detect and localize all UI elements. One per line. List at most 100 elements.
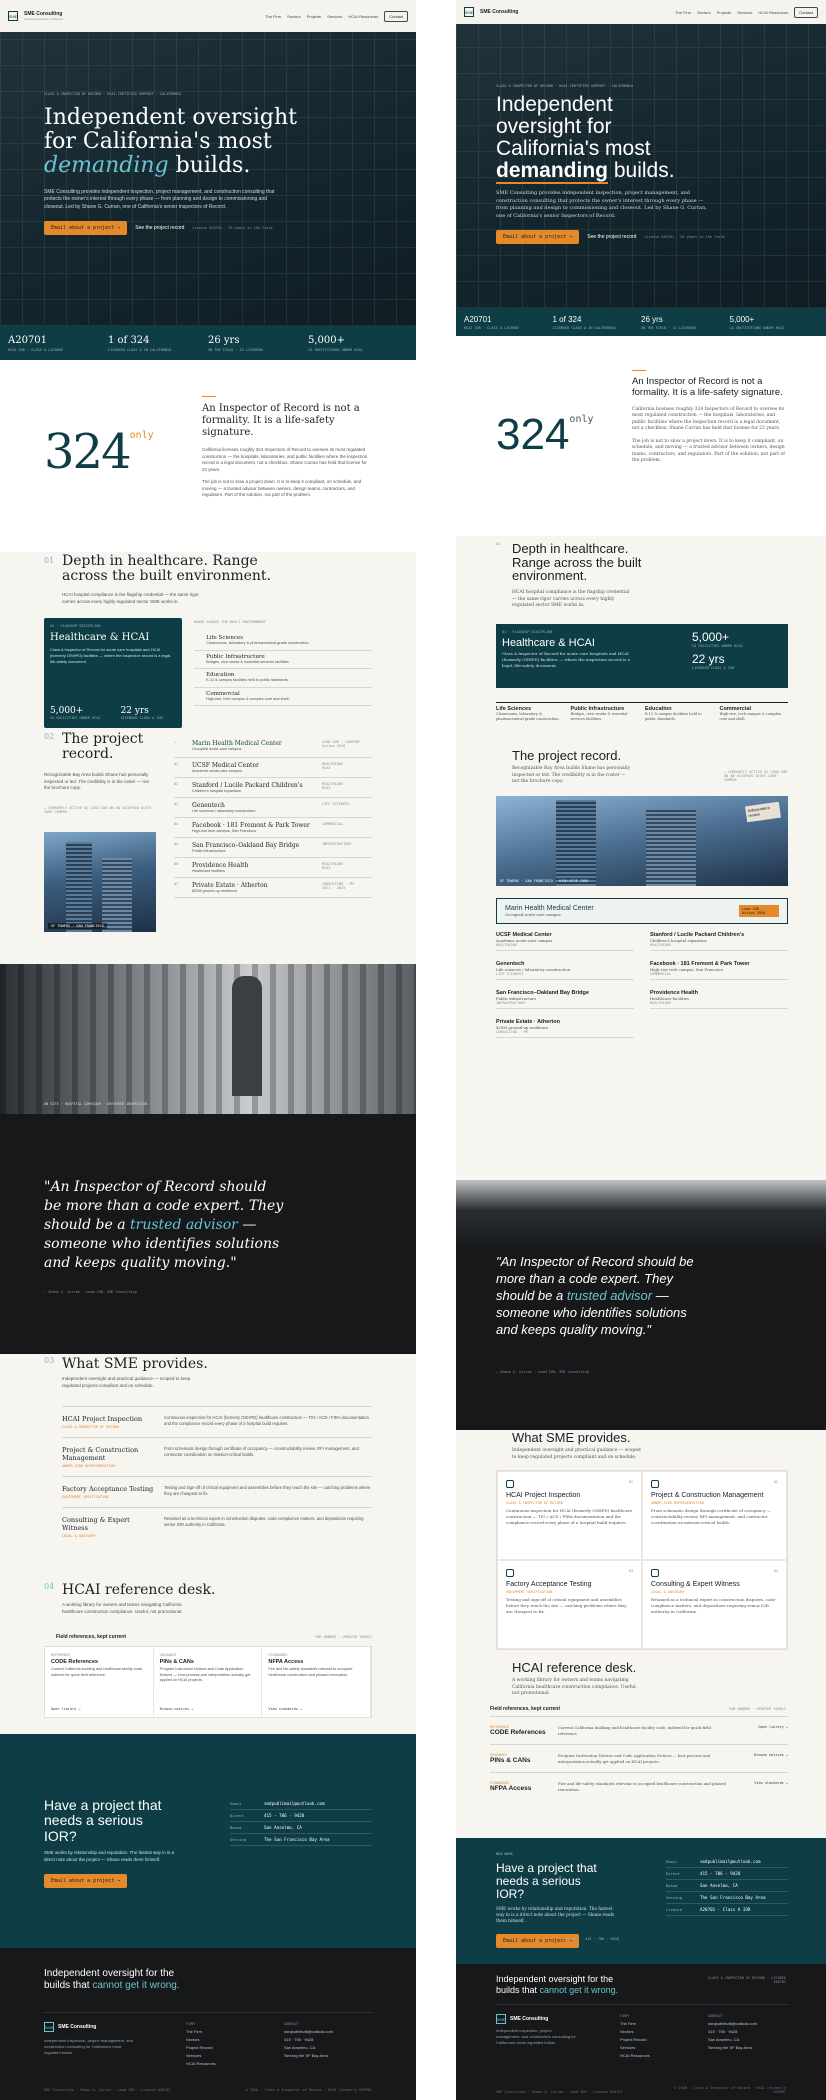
reference-link[interactable]: View standards → [268, 1707, 302, 1711]
reference-link[interactable]: Open library → [738, 1725, 788, 1736]
service-item[interactable]: 04 Consulting & Expert Witness LEGAL & ADV… [642, 1560, 787, 1649]
reference-card[interactable]: STANDARDS NFPA Access Fire and life-safety… [490, 1772, 788, 1800]
hero-record-link[interactable]: See the project record [587, 234, 636, 240]
footer-link[interactable]: Serving the SF Bay Area [284, 2053, 333, 2058]
nav-link-sectors[interactable]: Sectors [697, 10, 711, 15]
contact-row[interactable]: Based San Anselmo, CA [666, 1880, 788, 1892]
nav-link-services[interactable]: Services [737, 10, 752, 15]
footer-link[interactable]: Services [620, 2045, 650, 2050]
project-item[interactable]: 06 Providence Health Healthcare facilities… [174, 858, 372, 878]
footer-link[interactable]: San Anselmo, CA [284, 2045, 333, 2050]
project-item[interactable]: Private Estate · Atherton $20M ground-up … [496, 1019, 634, 1038]
nav-link-firm[interactable]: The Firm [265, 14, 281, 19]
service-item[interactable]: 02 Project & Construction Management OWNER… [642, 1471, 787, 1560]
nav-link-projects[interactable]: Projects [307, 14, 321, 19]
service-item[interactable]: Project & Construction Management OWNER-S… [62, 1437, 372, 1476]
footer-link[interactable]: Project Record [620, 2037, 650, 2042]
project-item[interactable]: Providence Health Healthcare facilities HE… [650, 990, 788, 1009]
nav-link-services[interactable]: Services [327, 14, 342, 19]
project-item[interactable]: Stanford / Lucile Packard Children's Chil… [650, 932, 788, 951]
contact-row[interactable]: Email smdpublimail@outlook.com [230, 1798, 372, 1810]
nav-link-hcai[interactable]: HCAI Resources [758, 10, 788, 15]
contact-row[interactable]: Serving The San Francisco Bay Area [230, 1834, 372, 1846]
service-item[interactable]: Factory Acceptance Testing EQUIPMENT VERI… [62, 1476, 372, 1507]
service-title: Factory Acceptance Testing [506, 1581, 592, 1588]
reference-link[interactable]: Browse notices → [160, 1707, 194, 1711]
reference-card[interactable]: GUIDANCE PINs & CANs Program Instruction N… [154, 1647, 263, 1717]
footer-link[interactable]: smdpublimail@outlook.com [284, 2029, 333, 2034]
footer-link[interactable]: Sectors [186, 2037, 216, 2042]
contact-alt[interactable]: or call · 415 · 706 · 9428 [564, 1937, 619, 1941]
service-item[interactable]: HCAI Project Inspection CLASS A INSPECTOR… [62, 1406, 372, 1437]
hero-email-button[interactable]: Email about a project → [496, 230, 580, 245]
clipboard-icon [506, 1480, 514, 1488]
contact-row[interactable]: Direct 415 · 706 · 9428 [230, 1810, 372, 1822]
reference-link[interactable]: Browse notices → [738, 1753, 788, 1764]
contact-row[interactable]: Email smdpublimail@outlook.com [666, 1856, 788, 1868]
contact-row[interactable]: Based San Anselmo, CA [230, 1822, 372, 1834]
nav-link-projects[interactable]: Projects [717, 10, 731, 15]
footer-logo[interactable]: SME [496, 2014, 506, 2024]
reference-card[interactable]: GUIDANCE PINs & CANs Program Instruction N… [490, 1744, 788, 1772]
contact-button[interactable]: Contact [794, 6, 818, 18]
footer-link[interactable]: Project Record [186, 2045, 216, 2050]
project-item[interactable]: 03 Genentech Life sciences / laboratory co… [174, 798, 372, 818]
contact-row[interactable]: License A20701 · Class A IOR [666, 1904, 788, 1916]
reference-card[interactable]: STANDARDS NFPA Access Fire and life-safety… [262, 1647, 372, 1717]
sector-item[interactable]: · Life Sciences Cleanrooms, laboratory & p… [194, 632, 372, 651]
footer-logo[interactable]: SME [44, 2022, 54, 2032]
hero-record-link[interactable]: See the project record [135, 225, 184, 231]
footer-link[interactable]: Sectors [620, 2029, 650, 2034]
sector-item[interactable]: Life Sciences Cleanrooms, laboratory & ph… [496, 706, 565, 722]
nav-link-sectors[interactable]: Sectors [287, 14, 301, 19]
project-item[interactable]: 05 San Francisco–Oakland Bay Bridge Public… [174, 838, 372, 858]
sector-item[interactable]: · Education K-12 & campus facilities held … [194, 669, 372, 688]
logo-mark[interactable]: SME [464, 7, 474, 17]
footer-link[interactable]: 415 · 706 · 9428 [284, 2037, 333, 2042]
footer-link[interactable]: San Anselmo, CA [708, 2037, 757, 2042]
footer-link[interactable]: Serving the SF Bay Area [708, 2045, 757, 2050]
nav-link-firm[interactable]: The Firm [675, 10, 691, 15]
sector-item[interactable]: Commercial High-rise, tech campus & compl… [720, 706, 789, 722]
project-item[interactable]: San Francisco–Oakland Bay Bridge Public i… [496, 990, 634, 1009]
reference-kicker: REFERENCE [51, 1653, 70, 1657]
healthcare-card[interactable]: 01 · FLAGSHIP DISCIPLINE Healthcare & HC… [496, 624, 788, 688]
sector-item[interactable]: · Commercial High-rise, tech campus & comp… [194, 688, 372, 706]
section-number: 01 [44, 556, 55, 565]
footer-link[interactable]: 415 · 706 · 9428 [708, 2029, 757, 2034]
footer-link[interactable]: HCAI Resources [620, 2053, 650, 2058]
project-item[interactable]: 07 Private Estate · Atherton $20M ground-u… [174, 878, 372, 898]
footer-link[interactable]: HCAI Resources [186, 2061, 216, 2066]
footer-link[interactable]: smdpublimail@outlook.com [708, 2021, 757, 2026]
footer-link[interactable]: The Firm [620, 2021, 650, 2026]
reference-card[interactable]: REFERENCE CODE References Current Californ… [45, 1647, 154, 1717]
contact-email-button[interactable]: Email about a project → [44, 1874, 128, 1888]
reference-card[interactable]: REFERENCE CODE References Current Californ… [490, 1716, 788, 1744]
footer-link[interactable]: Services [186, 2053, 216, 2058]
service-item[interactable]: Consulting & Expert Witness LEGAL & ADVIS… [62, 1507, 372, 1546]
project-item[interactable]: 02 Stanford / Lucile Packard Children's Ch… [174, 778, 372, 798]
project-featured[interactable]: → Marin Health Medical Center Occupied ac… [174, 736, 372, 758]
contact-button[interactable]: Contact [384, 10, 408, 22]
project-featured[interactable]: Marin Health Medical Center Occupied acut… [496, 898, 788, 924]
reference-link[interactable]: View standards → [738, 1781, 788, 1792]
service-item[interactable]: 01 HCAI Project Inspection CLASS A INSPECT… [497, 1471, 642, 1560]
healthcare-card[interactable]: 01 · FLAGSHIP DISCIPLINE Healthcare & HC… [44, 618, 182, 728]
footer-link[interactable]: The Firm [186, 2029, 216, 2034]
project-item[interactable]: 01 UCSF Medical Center Academic acute-care… [174, 758, 372, 778]
logo-mark[interactable]: SME [8, 11, 18, 21]
sector-item[interactable]: Public Infrastructure Bridges, civic work… [571, 706, 640, 722]
service-item[interactable]: 03 Factory Acceptance Testing EQUIPMENT VE… [497, 1560, 642, 1649]
project-number: 06 [174, 861, 179, 866]
sector-item[interactable]: Education K-12 & campus facilities held t… [645, 706, 714, 722]
project-item[interactable]: UCSF Medical Center Academic acute-care c… [496, 932, 634, 951]
sector-item[interactable]: · Public Infrastructure Bridges, civic wor… [194, 651, 372, 669]
project-item[interactable]: 04 Facebook · 181 Fremont & Park Tower Hig… [174, 818, 372, 838]
nav-link-hcai[interactable]: HCAI Resources [348, 14, 378, 19]
project-item[interactable]: Genentech Life sciences / laboratory cons… [496, 961, 634, 980]
hero-email-button[interactable]: Email about a project → [44, 221, 128, 236]
contact-row[interactable]: Serving The San Francisco Bay Area [666, 1892, 788, 1904]
reference-link[interactable]: Open library → [51, 1707, 81, 1711]
project-item[interactable]: Facebook · 181 Fremont & Park Tower High-… [650, 961, 788, 980]
contact-row[interactable]: Direct 415 · 706 · 9428 [666, 1868, 788, 1880]
